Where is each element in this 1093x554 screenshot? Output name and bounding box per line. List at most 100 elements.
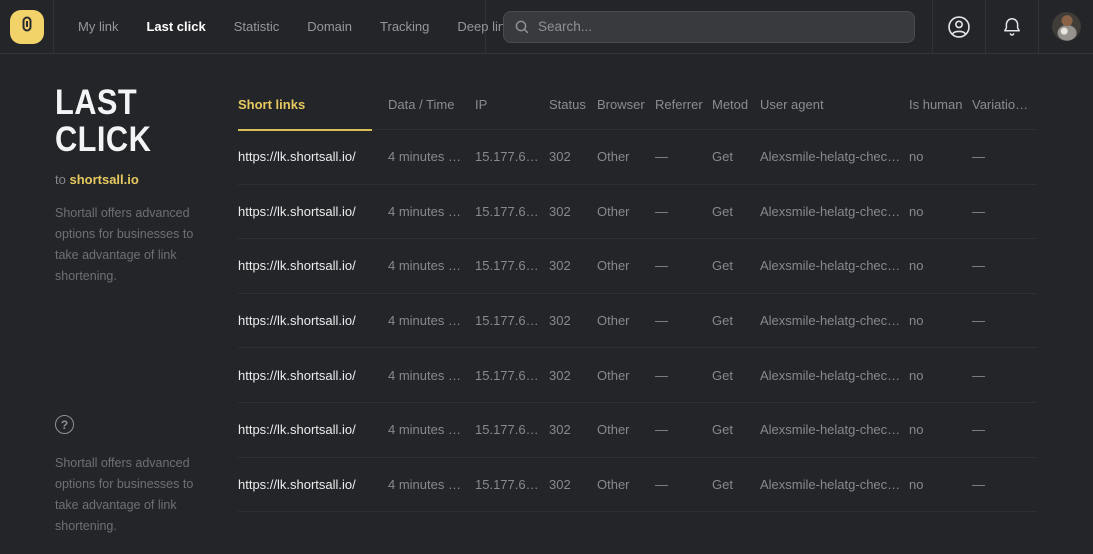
cell-datetime: 4 minutes ago [388, 204, 475, 219]
cell-method: Get [712, 477, 760, 492]
cell-referrer: — [655, 258, 712, 273]
cell-short_link[interactable]: https://lk.shortsall.io/ [238, 477, 388, 492]
cell-method: Get [712, 313, 760, 328]
help-section: ? Shortall offers advanced options for b… [55, 415, 218, 537]
cell-method: Get [712, 204, 760, 219]
cell-short_link[interactable]: https://lk.shortsall.io/ [238, 313, 388, 328]
cell-variation_url: — [972, 258, 1037, 273]
cell-referrer: — [655, 477, 712, 492]
domain-link[interactable]: shortsall.io [69, 172, 138, 187]
help-description: Shortall offers advanced options for bus… [55, 453, 218, 537]
nav-item-my-link[interactable]: My link [78, 19, 118, 34]
bell-icon [1000, 15, 1024, 39]
cell-referrer: — [655, 313, 712, 328]
table-row: https://lk.shortsall.io/4 minutes ago15.… [238, 130, 1037, 185]
column-header-short_link[interactable]: Short links [238, 87, 388, 130]
nav-item-tracking[interactable]: Tracking [380, 19, 429, 34]
cell-ip: 15.177.66.7 [475, 258, 549, 273]
subtitle-prefix: to [55, 172, 69, 187]
cell-short_link[interactable]: https://lk.shortsall.io/ [238, 149, 388, 164]
main-nav: My link Last click Statistic Domain Trac… [54, 0, 486, 53]
cell-short_link[interactable]: https://lk.shortsall.io/ [238, 204, 388, 219]
cell-status: 302 [549, 422, 597, 437]
help-icon[interactable]: ? [55, 415, 74, 434]
cell-ip: 15.177.66.7 [475, 368, 549, 383]
page-title: LAST CLICK [55, 84, 198, 158]
cell-variation_url: — [972, 313, 1037, 328]
cell-status: 302 [549, 313, 597, 328]
table-row: https://lk.shortsall.io/4 minutes ago15.… [238, 348, 1037, 403]
sidebar: LAST CLICK to shortsall.io Shortall offe… [55, 84, 218, 287]
cell-is_human: no [909, 149, 972, 164]
search-section [486, 0, 933, 53]
table-row: https://lk.shortsall.io/4 minutes ago15.… [238, 185, 1037, 240]
cell-user_agent: Alexsmile-helatg-check-... [760, 368, 909, 383]
cell-variation_url: — [972, 368, 1037, 383]
nav-item-statistic[interactable]: Statistic [234, 19, 280, 34]
table-body: https://lk.shortsall.io/4 minutes ago15.… [238, 130, 1037, 512]
subtitle: to shortsall.io [55, 172, 218, 187]
search-icon [514, 19, 530, 35]
table-header-row: Short linksData / TimeIPStatusBrowserRef… [238, 87, 1037, 130]
search-input[interactable] [503, 11, 915, 43]
cell-status: 302 [549, 258, 597, 273]
cell-datetime: 4 minutes ago [388, 149, 475, 164]
cell-status: 302 [549, 204, 597, 219]
column-header-is_human[interactable]: Is human [909, 87, 972, 130]
cell-user_agent: Alexsmile-helatg-check-... [760, 422, 909, 437]
cell-is_human: no [909, 477, 972, 492]
column-header-ip[interactable]: IP [475, 87, 549, 130]
link-icon [18, 15, 36, 38]
cell-browser: Other [597, 368, 655, 383]
cell-short_link[interactable]: https://lk.shortsall.io/ [238, 422, 388, 437]
account-button[interactable] [933, 0, 986, 53]
cell-browser: Other [597, 313, 655, 328]
cell-datetime: 4 minutes ago [388, 313, 475, 328]
table-row: https://lk.shortsall.io/4 minutes ago15.… [238, 239, 1037, 294]
cell-ip: 15.177.66.7 [475, 149, 549, 164]
column-header-referrer[interactable]: Referrer [655, 87, 712, 130]
cell-datetime: 4 minutes ago [388, 477, 475, 492]
column-header-variation_url[interactable]: Variation URL [972, 87, 1037, 130]
column-header-method[interactable]: Metod [712, 87, 760, 130]
logo-button[interactable] [10, 10, 44, 44]
cell-browser: Other [597, 422, 655, 437]
column-header-status[interactable]: Status [549, 87, 597, 130]
column-header-user_agent[interactable]: User agent [760, 87, 909, 130]
avatar[interactable] [1052, 12, 1081, 41]
cell-variation_url: — [972, 422, 1037, 437]
topbar: My link Last click Statistic Domain Trac… [0, 0, 1093, 54]
cell-short_link[interactable]: https://lk.shortsall.io/ [238, 258, 388, 273]
column-header-browser[interactable]: Browser [597, 87, 655, 130]
cell-referrer: — [655, 149, 712, 164]
account-icon [946, 14, 972, 40]
cell-browser: Other [597, 477, 655, 492]
cell-datetime: 4 minutes ago [388, 422, 475, 437]
cell-datetime: 4 minutes ago [388, 258, 475, 273]
nav-item-domain[interactable]: Domain [307, 19, 352, 34]
cell-ip: 15.177.66.7 [475, 204, 549, 219]
cell-is_human: no [909, 258, 972, 273]
cell-status: 302 [549, 368, 597, 383]
table-row: https://lk.shortsall.io/4 minutes ago15.… [238, 403, 1037, 458]
cell-method: Get [712, 422, 760, 437]
table-row: https://lk.shortsall.io/4 minutes ago15.… [238, 458, 1037, 513]
cell-referrer: — [655, 368, 712, 383]
notifications-button[interactable] [986, 0, 1039, 53]
nav-item-last-click[interactable]: Last click [146, 19, 205, 34]
cell-short_link[interactable]: https://lk.shortsall.io/ [238, 368, 388, 383]
cell-user_agent: Alexsmile-helatg-check-... [760, 258, 909, 273]
main-content: LAST CLICK to shortsall.io Shortall offe… [0, 54, 1093, 553]
cell-ip: 15.177.66.7 [475, 313, 549, 328]
column-header-datetime[interactable]: Data / Time [388, 87, 475, 130]
cell-user_agent: Alexsmile-helatg-check-... [760, 149, 909, 164]
cell-referrer: — [655, 422, 712, 437]
cell-ip: 15.177.66.7 [475, 477, 549, 492]
cell-method: Get [712, 149, 760, 164]
table-row: https://lk.shortsall.io/4 minutes ago15.… [238, 294, 1037, 349]
cell-method: Get [712, 368, 760, 383]
cell-status: 302 [549, 149, 597, 164]
cell-variation_url: — [972, 204, 1037, 219]
avatar-section [1039, 0, 1093, 53]
cell-variation_url: — [972, 149, 1037, 164]
